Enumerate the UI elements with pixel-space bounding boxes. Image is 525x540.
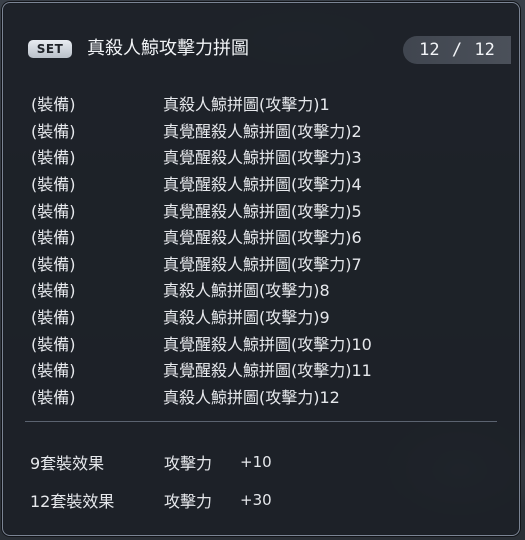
item-slot-label: (裝備) (31, 201, 76, 221)
item-slot-label: (裝備) (31, 121, 76, 141)
list-item: (裝備) 真覺醒殺人鯨拼圖(攻擊力)6 (31, 223, 501, 250)
item-slot-label: (裝備) (31, 228, 76, 248)
list-item: (裝備) 真覺醒殺人鯨拼圖(攻擊力)5 (31, 196, 501, 223)
item-name: 真覺醒殺人鯨拼圖(攻擊力)5 (163, 201, 362, 221)
list-item: (裝備) 真覺醒殺人鯨拼圖(攻擊力)10 (31, 329, 501, 356)
effect-threshold: 9套裝效果 (30, 454, 105, 473)
list-item: (裝備) 真殺人鯨拼圖(攻擊力)1 (31, 90, 501, 117)
set-piece-count: 12 / 12 (403, 36, 511, 64)
set-effect-row: 12套裝效果 攻擊力 +30 (30, 481, 500, 519)
item-name: 真覺醒殺人鯨拼圖(攻擊力)2 (163, 121, 362, 141)
item-name: 真覺醒殺人鯨拼圖(攻擊力)10 (163, 334, 372, 354)
effect-stat: 攻擊力 (164, 492, 213, 511)
set-badge: SET (28, 40, 72, 58)
set-title: 真殺人鯨攻擊力拼圖 (87, 38, 249, 59)
item-name: 真覺醒殺人鯨拼圖(攻擊力)11 (163, 361, 372, 381)
item-slot-label: (裝備) (31, 254, 76, 274)
item-slot-label: (裝備) (31, 308, 76, 328)
item-name: 真殺人鯨拼圖(攻擊力)12 (163, 387, 340, 407)
item-name: 真殺人鯨拼圖(攻擊力)1 (163, 95, 330, 115)
item-name: 真覺醒殺人鯨拼圖(攻擊力)3 (163, 148, 362, 168)
item-slot-label: (裝備) (31, 361, 76, 381)
effect-value: +30 (240, 491, 272, 509)
set-effects: 9套裝效果 攻擊力 +10 12套裝效果 攻擊力 +30 (30, 443, 500, 519)
item-slot-label: (裝備) (31, 334, 76, 354)
item-name: 真覺醒殺人鯨拼圖(攻擊力)6 (163, 228, 362, 248)
set-item-tooltip: SET 真殺人鯨攻擊力拼圖 12 / 12 (裝備) 真殺人鯨拼圖(攻擊力)1 … (2, 2, 520, 536)
set-item-list: (裝備) 真殺人鯨拼圖(攻擊力)1 (裝備) 真覺醒殺人鯨拼圖(攻擊力)2 (裝… (31, 90, 501, 409)
list-item: (裝備) 真殺人鯨拼圖(攻擊力)9 (31, 303, 501, 330)
list-item: (裝備) 真覺醒殺人鯨拼圖(攻擊力)7 (31, 250, 501, 277)
list-item: (裝備) 真覺醒殺人鯨拼圖(攻擊力)11 (31, 356, 501, 383)
tooltip-header: SET 真殺人鯨攻擊力拼圖 12 / 12 (3, 3, 519, 69)
list-item: (裝備) 真覺醒殺人鯨拼圖(攻擊力)3 (31, 143, 501, 170)
item-name: 真覺醒殺人鯨拼圖(攻擊力)7 (163, 254, 362, 274)
effect-stat: 攻擊力 (164, 454, 213, 473)
list-item: (裝備) 真殺人鯨拼圖(攻擊力)12 (31, 383, 501, 410)
list-item: (裝備) 真覺醒殺人鯨拼圖(攻擊力)4 (31, 170, 501, 197)
list-item: (裝備) 真殺人鯨拼圖(攻擊力)8 (31, 276, 501, 303)
item-name: 真殺人鯨拼圖(攻擊力)8 (163, 281, 330, 301)
item-name: 真覺醒殺人鯨拼圖(攻擊力)4 (163, 175, 362, 195)
item-name: 真殺人鯨拼圖(攻擊力)9 (163, 308, 330, 328)
list-item: (裝備) 真覺醒殺人鯨拼圖(攻擊力)2 (31, 117, 501, 144)
item-slot-label: (裝備) (31, 281, 76, 301)
effect-value: +10 (240, 453, 272, 471)
item-slot-label: (裝備) (31, 175, 76, 195)
effect-threshold: 12套裝效果 (30, 492, 115, 511)
set-effect-row: 9套裝效果 攻擊力 +10 (30, 443, 500, 481)
section-divider (25, 421, 497, 422)
item-slot-label: (裝備) (31, 148, 76, 168)
item-slot-label: (裝備) (31, 387, 76, 407)
item-slot-label: (裝備) (31, 95, 76, 115)
